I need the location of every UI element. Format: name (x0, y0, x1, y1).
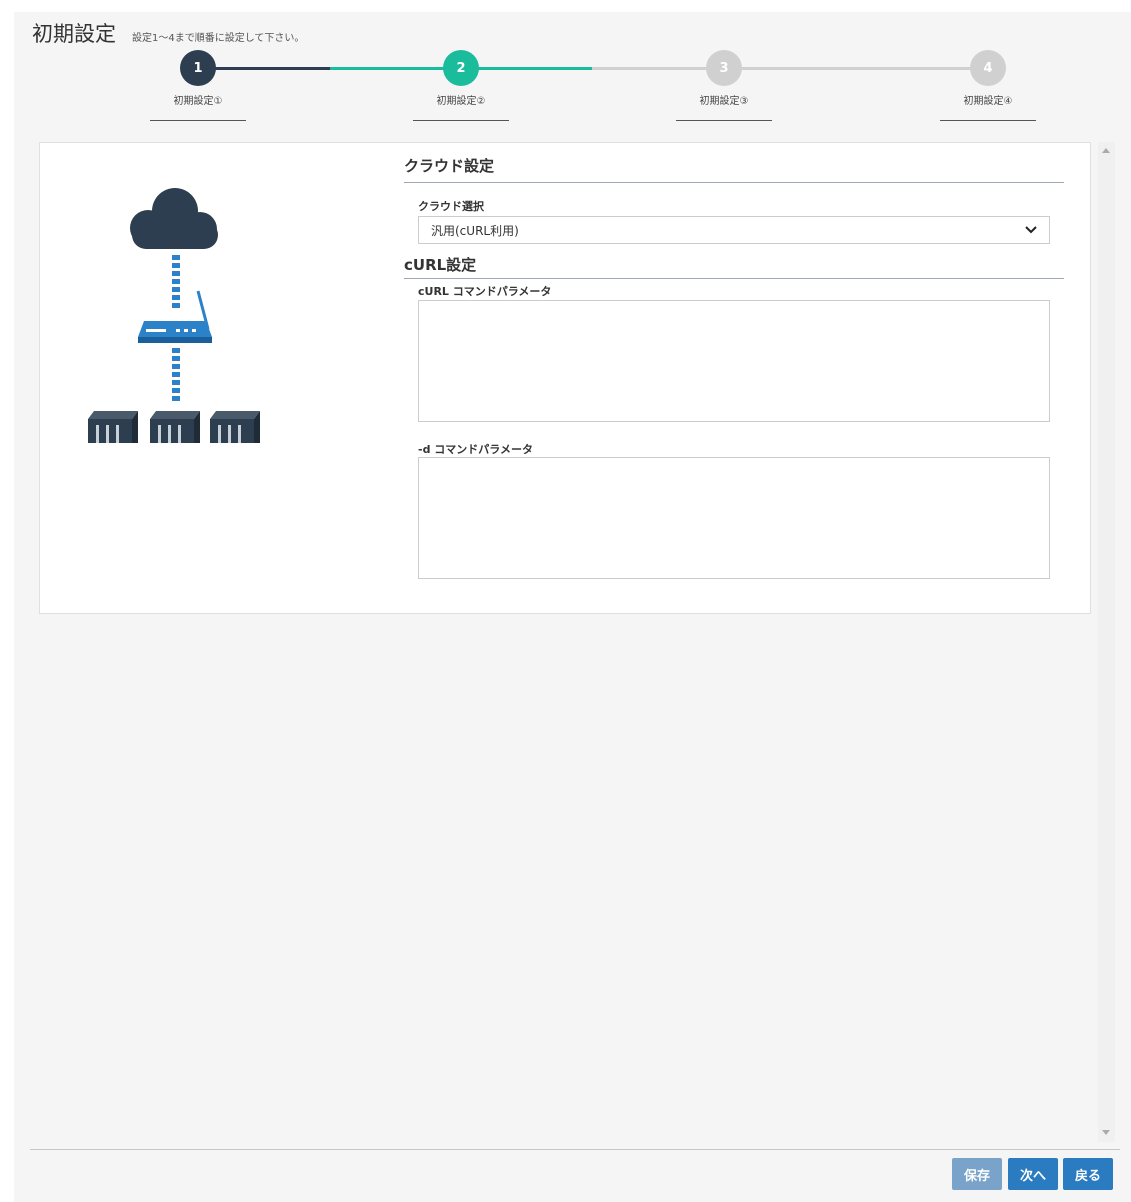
cloud-section-title: クラウド設定 (404, 157, 495, 175)
step-4-circle[interactable]: 4 (970, 50, 1006, 86)
back-button[interactable]: 戻る (1063, 1158, 1113, 1190)
d-param-label: -d コマンドパラメータ (418, 443, 533, 456)
scrollbar[interactable] (1098, 142, 1115, 1142)
curl-command-textarea[interactable] (418, 300, 1050, 422)
step-3-label: 初期設定③ (699, 96, 749, 107)
network-diagram (88, 188, 260, 443)
step-3-circle[interactable]: 3 (706, 50, 742, 86)
cloud-select-value: 汎用(cURL利用) (431, 223, 519, 238)
dotted-link-icon (172, 348, 180, 401)
step-4-underline (940, 120, 1036, 121)
stepper: 1 2 3 4 初期設定① 初期設定② 初期設定③ 初期設定④ (14, 12, 1131, 132)
step-1-label: 初期設定① (173, 96, 223, 107)
step-3-underline (676, 120, 772, 121)
cloud-select-label: クラウド選択 (418, 200, 484, 213)
dotted-link-icon (172, 255, 180, 308)
cloud-icon (130, 188, 218, 249)
step-2-underline (413, 120, 509, 121)
chevron-down-icon (1025, 226, 1037, 234)
curl-section-title: cURL設定 (404, 256, 477, 274)
curl-section-rule (404, 278, 1064, 279)
scroll-up-arrow-icon[interactable] (1102, 148, 1110, 153)
step-4-label: 初期設定④ (963, 96, 1013, 107)
cloud-select[interactable]: 汎用(cURL利用) (418, 216, 1050, 244)
page: 初期設定 設定1～4まで順番に設定して下さい。 1 2 3 4 初期設定① 初期… (14, 12, 1131, 1202)
step-line-pending (592, 67, 988, 70)
curl-command-label: cURL コマンドパラメータ (418, 285, 552, 298)
settings-card: クラウド設定 クラウド選択 汎用(cURL利用) cURL設定 cURL コマン… (39, 142, 1091, 614)
cloud-section-rule (404, 182, 1064, 183)
scroll-down-arrow-icon[interactable] (1102, 1130, 1110, 1135)
next-button[interactable]: 次へ (1008, 1158, 1058, 1190)
plc-units-icon (88, 411, 260, 443)
d-param-textarea[interactable] (418, 457, 1050, 579)
save-button[interactable]: 保存 (952, 1158, 1002, 1190)
footer-rule (30, 1149, 1120, 1150)
step-2-circle[interactable]: 2 (443, 50, 479, 86)
step-line-done (198, 67, 330, 70)
step-1-underline (150, 120, 246, 121)
step-2-label: 初期設定② (436, 96, 486, 107)
step-1-circle[interactable]: 1 (180, 50, 216, 86)
